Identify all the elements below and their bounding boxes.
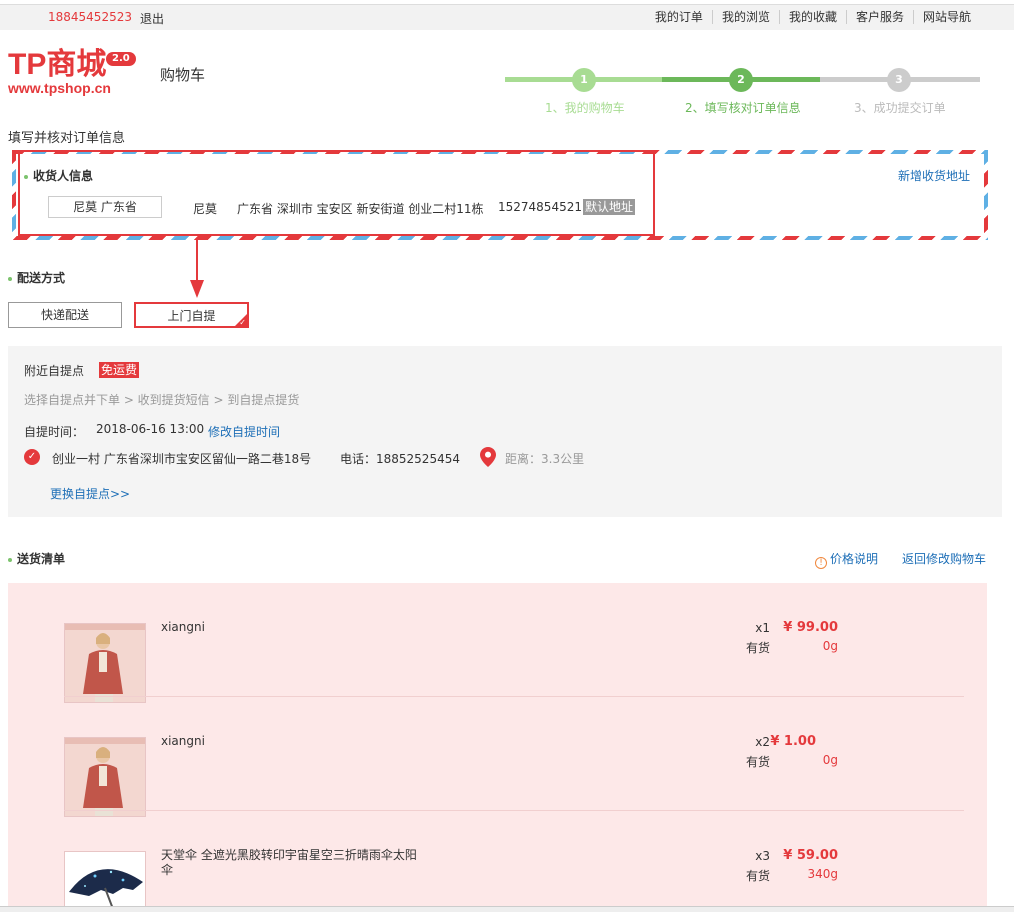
pickup-point-phone: 电话：18852525454 <box>340 452 460 466</box>
goods-list: xiangni x1 有货 ¥ 99.00 0g xiangni x2 有货 ¥… <box>8 583 987 912</box>
goods-name[interactable]: xiangni <box>161 734 421 749</box>
consignee-address: 广东省 深圳市 宝安区 新安街道 创业二村11栋 <box>237 202 484 216</box>
change-pickup-point-link[interactable]: 更换自提点>> <box>50 485 130 502</box>
goods-stock: 有货 <box>745 641 770 655</box>
arrow-down-icon <box>190 240 204 298</box>
my-favorites-link[interactable]: 我的收藏 <box>778 10 846 24</box>
logo-url: www.tpshop.cn <box>8 80 111 96</box>
coat-image[interactable] <box>64 623 146 703</box>
default-address-badge: 默认地址 <box>583 199 636 215</box>
my-orders-link[interactable]: 我的订单 <box>646 10 712 24</box>
goods-weight: 0g <box>822 753 838 767</box>
horizontal-scrollbar[interactable] <box>0 906 1014 912</box>
goods-stock: 有货 <box>745 869 770 883</box>
free-shipping-badge: 免运费 <box>99 362 140 378</box>
customer-service-link[interactable]: 客户服务 <box>845 10 913 24</box>
address-highlight-box <box>18 150 655 236</box>
express-delivery-option[interactable]: 快递配送 <box>8 302 122 328</box>
site-nav-link[interactable]: 网站导航 <box>912 10 980 24</box>
step-3-label: 3、成功提交订单 <box>854 101 946 115</box>
back-to-cart-link[interactable]: 返回修改购物车 <box>902 550 986 567</box>
step-2-dot: 2 <box>729 68 753 92</box>
goods-quantity: x2 <box>755 735 770 749</box>
my-history-link[interactable]: 我的浏览 <box>711 10 779 24</box>
goods-name[interactable]: 天堂伞 全遮光黑胶转印宇宙星空三折晴雨伞太阳伞 <box>161 848 421 878</box>
pickup-time-value: 2018-06-16 13:00 <box>96 422 205 436</box>
site-logo[interactable]: TP商城 2.0 www.tpshop.cn <box>8 50 140 100</box>
location-pin-icon <box>480 447 496 467</box>
top-nav: 我的订单 我的浏览 我的收藏 客户服务 网站导航 <box>646 10 980 24</box>
add-address-link[interactable]: 新增收货地址 <box>898 167 970 184</box>
selected-check-icon[interactable]: ✓ <box>24 449 40 465</box>
consignee-title: 收货人信息 <box>24 167 93 184</box>
delivery-list-title: 送货清单 <box>8 550 65 567</box>
modify-pickup-time-link[interactable]: 修改自提时间 <box>208 423 280 440</box>
step-1-dot: 1 <box>572 68 596 92</box>
step-2-label: 2、填写核对订单信息 <box>685 101 801 115</box>
logout-link[interactable]: 退出 <box>140 10 164 27</box>
step-1-label: 1、我的购物车 <box>545 101 625 115</box>
goods-item: xiangni x2 有货 ¥ 1.00 0g <box>64 697 964 817</box>
checkout-steps: 1 2 3 1、我的购物车 2、填写核对订单信息 3、成功提交订单 <box>505 68 980 118</box>
pickup-distance: 距离：3.3公里 <box>505 452 585 466</box>
logo-version-badge: 2.0 <box>106 52 136 66</box>
pickup-point-address: 创业一村 广东省深圳市宝安区留仙一路二巷18号 <box>52 452 312 466</box>
goods-price: ¥ 99.00 <box>783 620 838 635</box>
self-pickup-label: 上门自提 <box>167 309 216 323</box>
goods-item: xiangni x1 有货 ¥ 99.00 0g <box>64 583 964 703</box>
coat-image[interactable] <box>64 737 146 817</box>
goods-name[interactable]: xiangni <box>161 620 421 635</box>
address-select-tag[interactable]: 尼莫 广东省 <box>48 196 162 218</box>
pickup-panel: 附近自提点 免运费 选择自提点并下单 > 收到提货短信 > 到自提点提货 自提时… <box>8 346 1002 517</box>
price-note-label: 价格说明 <box>830 552 879 566</box>
goods-quantity: x1 <box>755 621 770 635</box>
shipping-method-title: 配送方式 <box>8 269 65 286</box>
price-note-link[interactable]: ! 价格说明 <box>815 550 878 569</box>
consignee-phone: 15274854521 <box>498 200 582 214</box>
nearby-pickup-label: 附近自提点 <box>24 364 85 378</box>
step-3-dot: 3 <box>887 68 911 92</box>
self-pickup-option[interactable]: 上门自提 ✓ <box>134 302 249 328</box>
user-phone-link[interactable]: 18845452523 <box>48 10 132 24</box>
goods-quantity: x3 <box>755 849 770 863</box>
consignee-name: 尼莫 <box>193 202 218 216</box>
section-heading: 填写并核对订单信息 <box>8 131 126 146</box>
top-bar: 18845452523 退出 我的订单 我的浏览 我的收藏 客户服务 网站导航 <box>0 4 1014 30</box>
goods-stock: 有货 <box>745 755 770 769</box>
goods-weight: 340g <box>807 867 838 881</box>
pickup-steps-text: 选择自提点并下单 > 收到提货短信 > 到自提点提货 <box>24 393 300 407</box>
info-icon: ! <box>815 557 827 569</box>
pickup-time-label: 自提时间： <box>24 425 85 439</box>
umbrella-image[interactable] <box>64 851 146 912</box>
goods-weight: 0g <box>822 639 838 653</box>
goods-price: ¥ 1.00 <box>770 734 816 749</box>
page-title: 购物车 <box>160 66 206 84</box>
check-icon: ✓ <box>239 318 246 327</box>
goods-price: ¥ 59.00 <box>783 848 838 863</box>
goods-item: 天堂伞 全遮光黑胶转印宇宙星空三折晴雨伞太阳伞 x3 有货 ¥ 59.00 34… <box>64 811 964 912</box>
